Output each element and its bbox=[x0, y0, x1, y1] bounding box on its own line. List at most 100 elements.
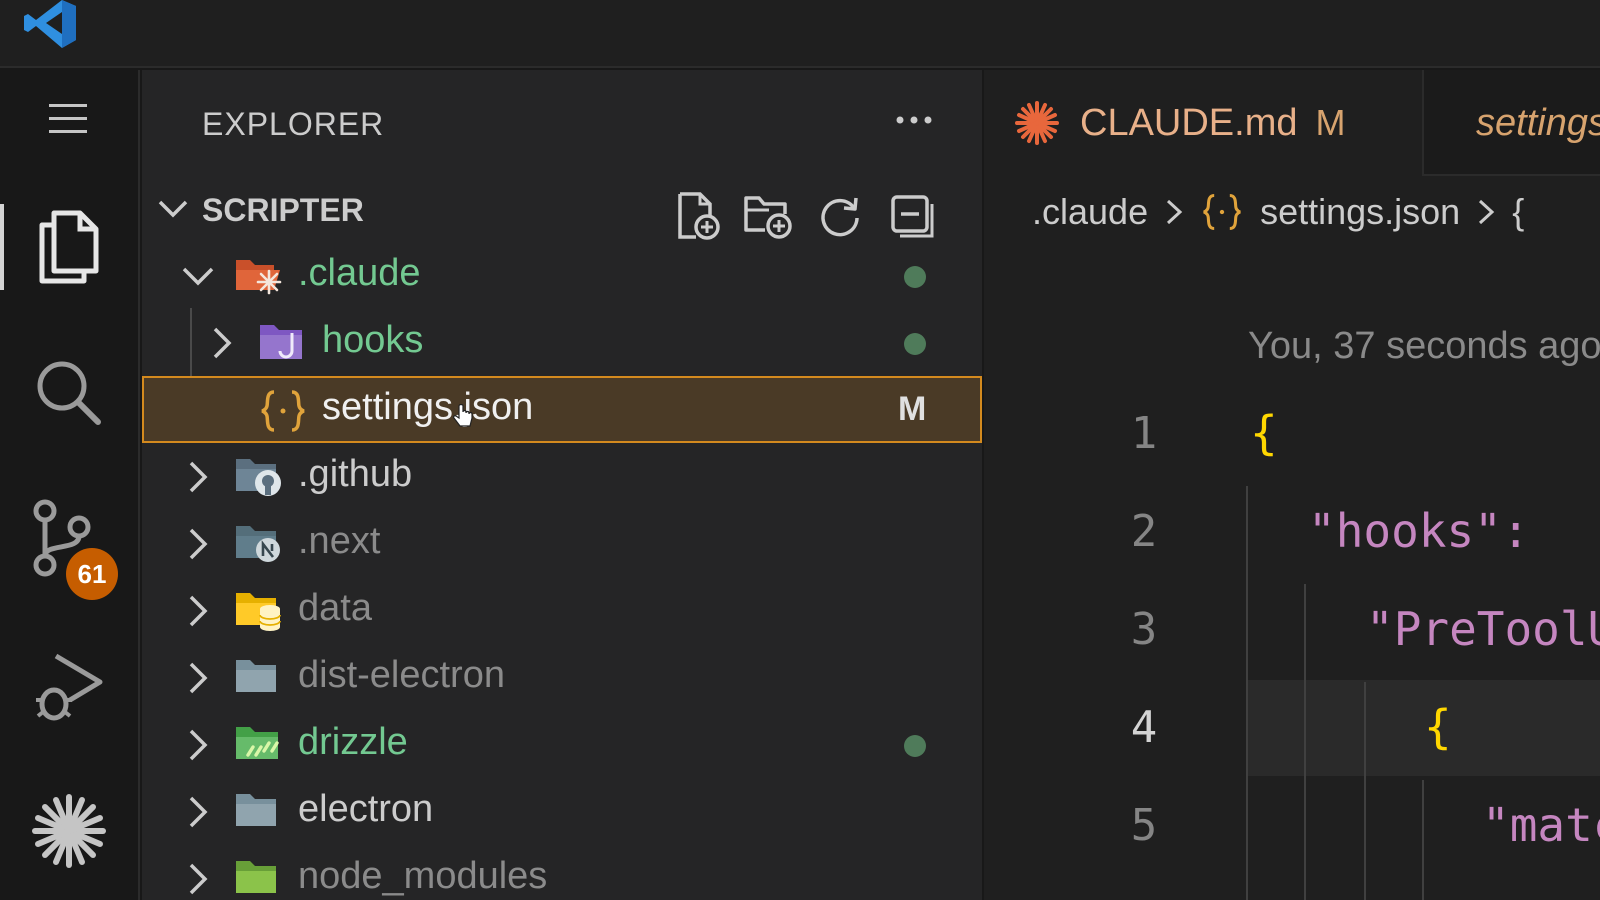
collapse-all-button[interactable] bbox=[884, 188, 940, 244]
hamburger-menu-icon bbox=[49, 104, 87, 133]
explorer-sidebar: EXPLORER SCRIPTER .claude hooks settings… bbox=[142, 70, 982, 900]
tree-item-label: .next bbox=[298, 520, 381, 562]
activity-bar: 61 bbox=[0, 70, 140, 900]
explorer-title: EXPLORER bbox=[202, 106, 385, 142]
tree-folder-drizzle[interactable]: drizzle bbox=[142, 711, 982, 778]
files-icon bbox=[39, 210, 99, 284]
chevron-right-icon bbox=[1164, 197, 1184, 227]
git-status-dot bbox=[904, 735, 926, 757]
tree-item-label: drizzle bbox=[298, 721, 408, 763]
git-status-modified: M bbox=[898, 390, 927, 428]
code-line[interactable]: "PreToolUse" bbox=[1366, 602, 1600, 656]
tree-folder-node-modules[interactable]: node_modules bbox=[142, 845, 982, 900]
claude-sparkle-icon bbox=[1015, 101, 1059, 145]
workspace-section-header[interactable]: SCRIPTER bbox=[142, 178, 982, 242]
new-folder-button[interactable] bbox=[740, 188, 796, 244]
collapse-all-icon bbox=[891, 195, 934, 238]
tree-item-label: node_modules bbox=[298, 855, 548, 897]
tree-folder-next[interactable]: .next bbox=[142, 510, 982, 577]
title-bar bbox=[0, 0, 1600, 68]
indent-guide bbox=[1422, 780, 1424, 900]
claude-sparkle-icon bbox=[32, 794, 106, 868]
folder-icon bbox=[236, 660, 276, 692]
chevron-right-icon bbox=[189, 796, 208, 828]
line-number: 2 bbox=[1130, 506, 1158, 557]
chevron-right-icon bbox=[189, 461, 208, 493]
breadcrumb-item-settings-json[interactable]: settings.json bbox=[1260, 191, 1460, 233]
line-number-current: 4 bbox=[1130, 702, 1158, 753]
new-file-button[interactable] bbox=[670, 188, 726, 244]
tab-settings-json[interactable]: settings.json bbox=[1424, 70, 1600, 176]
chevron-right-icon bbox=[189, 528, 208, 560]
tree-item-label: .claude bbox=[298, 252, 421, 294]
menu-button[interactable] bbox=[0, 64, 138, 174]
next-folder-icon bbox=[236, 526, 280, 562]
tree-item-label: electron bbox=[298, 788, 434, 830]
github-folder-icon bbox=[236, 459, 281, 496]
indent-guide bbox=[1304, 584, 1306, 900]
line-number: 3 bbox=[1130, 604, 1158, 655]
tree-folder-dist-electron[interactable]: dist-electron bbox=[142, 644, 982, 711]
editor-area: CLAUDE.md M settings.json .claude settin… bbox=[984, 70, 1600, 900]
folder-icon bbox=[236, 794, 276, 826]
tab-label: settings.json bbox=[1476, 101, 1600, 144]
tree-item-label: dist-electron bbox=[298, 654, 505, 696]
vscode-logo-icon[interactable] bbox=[22, 0, 78, 48]
refresh-button[interactable] bbox=[812, 188, 868, 244]
line-number: 1 bbox=[1130, 408, 1158, 459]
refresh-icon bbox=[821, 197, 859, 237]
indent-guide bbox=[1364, 682, 1366, 900]
tree-item-label: data bbox=[298, 587, 372, 629]
tree-item-label: settings.json bbox=[322, 386, 534, 428]
chevron-right-icon bbox=[1476, 197, 1496, 227]
explorer-view-button[interactable] bbox=[0, 192, 138, 302]
explorer-more-actions-button[interactable] bbox=[886, 98, 942, 142]
breadcrumb-item-object[interactable]: { bbox=[1512, 191, 1524, 233]
tab-modified-mark: M bbox=[1315, 102, 1346, 143]
tree-folder-data[interactable]: data bbox=[142, 577, 982, 644]
source-control-badge: 61 bbox=[66, 548, 118, 600]
chevron-right-icon bbox=[189, 863, 208, 895]
tree-file-settings-json[interactable]: settings.json M bbox=[142, 376, 982, 443]
node-folder-icon bbox=[236, 861, 276, 893]
breadcrumb-item-claude[interactable]: .claude bbox=[1032, 191, 1148, 233]
database-folder-icon bbox=[236, 593, 281, 631]
claude-view-button[interactable] bbox=[0, 776, 138, 886]
current-line-highlight bbox=[1246, 680, 1600, 776]
tree-folder-claude[interactable]: .claude bbox=[142, 242, 982, 309]
indent-guide bbox=[1246, 486, 1248, 900]
tree-item-label: hooks bbox=[322, 319, 424, 361]
source-control-view-button[interactable]: 61 bbox=[0, 484, 138, 600]
hand-cursor-icon bbox=[453, 404, 473, 427]
chevron-down-icon bbox=[182, 267, 214, 286]
breadcrumb: .claude settings.json { bbox=[1032, 188, 1524, 236]
code-line[interactable]: { bbox=[1250, 406, 1278, 460]
chevron-right-icon bbox=[189, 662, 208, 694]
run-debug-view-button[interactable] bbox=[0, 632, 138, 742]
code-line[interactable]: "matcher" bbox=[1482, 798, 1600, 852]
tab-label: CLAUDE.md bbox=[1080, 101, 1298, 144]
run-debug-icon bbox=[36, 653, 103, 721]
claude-folder-icon bbox=[236, 260, 282, 295]
git-status-dot bbox=[904, 333, 926, 355]
git-status-dot bbox=[904, 266, 926, 288]
chevron-down-icon bbox=[158, 200, 188, 218]
json-braces-icon bbox=[1200, 192, 1244, 232]
tab-claude-md[interactable]: CLAUDE.md M bbox=[984, 70, 1424, 176]
ellipsis-icon bbox=[896, 116, 932, 124]
code-line[interactable]: { bbox=[1424, 700, 1452, 754]
chevron-right-icon bbox=[213, 327, 232, 359]
search-view-button[interactable] bbox=[0, 338, 138, 448]
hooks-folder-icon bbox=[260, 325, 302, 359]
tree-folder-hooks[interactable]: hooks bbox=[142, 309, 982, 376]
chevron-right-icon bbox=[189, 595, 208, 627]
code-line[interactable]: "hooks": bbox=[1308, 504, 1530, 558]
git-blame-codelens[interactable]: You, 37 seconds ago bbox=[1248, 325, 1600, 368]
line-number: 5 bbox=[1130, 800, 1158, 851]
tree-folder-github[interactable]: .github bbox=[142, 443, 982, 510]
tree-folder-electron[interactable]: electron bbox=[142, 778, 982, 845]
chevron-right-icon bbox=[189, 729, 208, 761]
editor-tabs: CLAUDE.md M settings.json bbox=[984, 70, 1600, 176]
drizzle-folder-icon bbox=[236, 727, 279, 759]
tree-item-label: .github bbox=[298, 453, 413, 495]
